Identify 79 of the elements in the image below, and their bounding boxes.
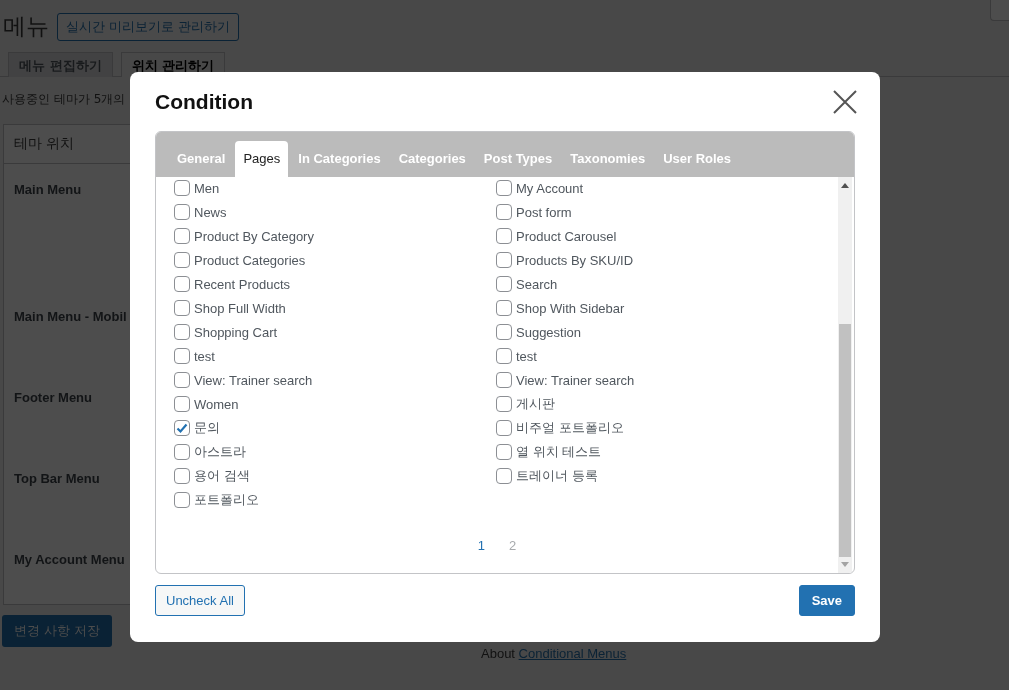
checkbox-label: 열 위치 테스트 — [516, 443, 602, 461]
checkbox-label: 트레이너 등록 — [516, 467, 598, 485]
checkbox-label: Shopping Cart — [194, 324, 278, 340]
checkbox[interactable] — [174, 180, 190, 196]
page-link[interactable]: 2 — [509, 538, 517, 553]
live-preview-button[interactable]: 실시간 미리보기로 관리하기 — [57, 12, 240, 41]
tab[interactable]: In Categories — [290, 151, 389, 177]
scroll-down-icon[interactable] — [841, 562, 849, 568]
plugin-link[interactable]: Conditional Menus — [518, 646, 627, 661]
checkbox-label: 아스트라 — [194, 443, 246, 461]
checkbox-label: Search — [516, 276, 558, 292]
checkbox-label: View: Trainer search — [516, 372, 635, 388]
checkbox-label: Shop Full Width — [194, 300, 286, 316]
checkbox[interactable] — [496, 276, 512, 292]
table-cell: Main Menu — [14, 182, 82, 197]
table-cell: Top Bar Menu — [14, 471, 100, 486]
checkbox-label: Product Carousel — [516, 228, 617, 244]
checkbox-label: Products By SKU/ID — [516, 252, 634, 268]
checkbox-label: test — [516, 348, 537, 364]
checkbox-label: 게시판 — [516, 395, 555, 413]
checkbox[interactable] — [174, 252, 190, 268]
close-icon[interactable] — [832, 89, 858, 115]
checkbox-label: Shop With Sidebar — [516, 300, 625, 316]
checkbox[interactable] — [174, 444, 190, 460]
checkbox[interactable] — [496, 228, 512, 244]
checkbox-label: News — [194, 204, 227, 220]
checkbox-label: My Account — [516, 180, 584, 196]
tab[interactable]: Post Types — [475, 151, 561, 177]
checkbox[interactable] — [174, 324, 190, 340]
checkbox[interactable] — [496, 180, 512, 196]
checkbox[interactable] — [496, 396, 512, 412]
checkbox[interactable] — [496, 324, 512, 340]
checkbox[interactable] — [174, 492, 190, 508]
tab[interactable]: Taxonomies — [562, 151, 654, 177]
checkbox-label: Suggestion — [516, 324, 582, 340]
page-link[interactable]: 1 — [477, 538, 485, 553]
checkbox[interactable] — [174, 348, 190, 364]
table-cell: Main Menu - Mobil — [14, 309, 127, 324]
checkbox-label: Men — [194, 180, 220, 196]
checkbox[interactable] — [174, 468, 190, 484]
checkbox[interactable] — [174, 204, 190, 220]
checkbox[interactable] — [496, 372, 512, 388]
checkbox[interactable] — [496, 204, 512, 220]
checkbox-label: 문의 — [194, 419, 220, 437]
checkbox[interactable] — [174, 276, 190, 292]
checkbox-label: 포트폴리오 — [194, 491, 259, 509]
tab[interactable]: Pages — [235, 141, 289, 177]
column-header: 테마 위치 — [14, 135, 75, 151]
checkbox[interactable] — [174, 420, 190, 436]
checkbox-label: Women — [194, 396, 239, 412]
checkbox[interactable] — [174, 396, 190, 412]
checkbox-label: test — [194, 348, 215, 364]
save-button[interactable]: Save — [798, 585, 855, 616]
checkbox-label: Product Categories — [194, 252, 306, 268]
checkbox[interactable] — [174, 300, 190, 316]
tab[interactable]: Categories — [390, 151, 474, 177]
table-cell: Footer Menu — [14, 390, 92, 405]
uncheck-all-button[interactable]: Uncheck All — [155, 585, 245, 616]
checkbox[interactable] — [496, 300, 512, 316]
save-changes-button[interactable]: 변경 사항 저장 — [2, 615, 113, 647]
checkbox[interactable] — [496, 420, 512, 436]
checkbox[interactable] — [496, 252, 512, 268]
scrollbar[interactable] — [838, 177, 852, 573]
checkbox[interactable] — [174, 228, 190, 244]
table-cell: My Account Menu — [14, 552, 125, 567]
checkbox-label: Product By Category — [194, 228, 314, 244]
checkbox-label: View: Trainer search — [194, 372, 313, 388]
checkbox-label: Post form — [516, 204, 572, 220]
checkbox[interactable] — [496, 348, 512, 364]
tab[interactable]: General — [169, 151, 234, 177]
tab[interactable]: User Roles — [655, 151, 740, 177]
checkbox[interactable] — [496, 444, 512, 460]
checkbox[interactable] — [174, 372, 190, 388]
checkbox-label: 비주얼 포트폴리오 — [516, 419, 624, 437]
checkbox[interactable] — [496, 468, 512, 484]
scroll-up-icon[interactable] — [841, 182, 849, 188]
checkbox-label: Recent Products — [194, 276, 291, 292]
checkbox-label: 용어 검색 — [194, 467, 250, 485]
dialog-title: Condition — [155, 90, 253, 114]
